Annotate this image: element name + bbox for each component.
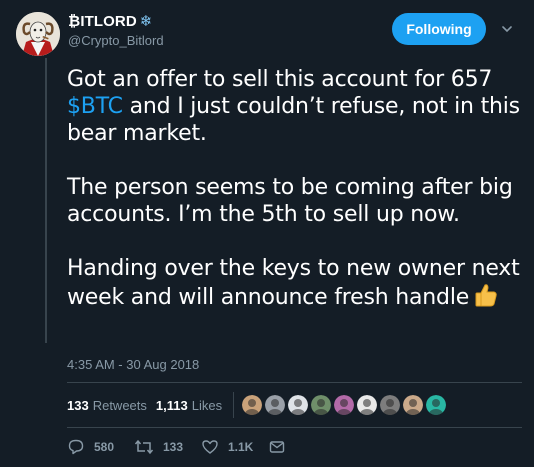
display-name-row[interactable]: ₿ITLORD ❄ (68, 13, 152, 30)
liker-avatar-5[interactable] (334, 395, 355, 415)
liker-avatar-4[interactable] (311, 395, 332, 415)
tweet-paragraph-1: Got an offer to sell this account for 65… (67, 66, 522, 147)
cashtag-link[interactable]: $BTC (67, 94, 123, 119)
liker-avatars (242, 395, 447, 415)
liker-avatar-8[interactable] (403, 395, 424, 415)
divider (233, 392, 235, 418)
liker-avatar-6[interactable] (357, 395, 378, 415)
liker-avatar-7[interactable] (380, 395, 401, 415)
envelope-icon (269, 441, 285, 453)
like-count: 1.1K (228, 440, 254, 454)
thumbs-up-icon (473, 282, 499, 315)
divider (67, 427, 522, 428)
snowflake-icon: ❄ (139, 13, 153, 30)
tweet-paragraph-2: The person seems to be coming after big … (67, 175, 513, 227)
retweets-label: Retweets (92, 397, 147, 413)
likes-stat[interactable]: 1,113 Likes (156, 398, 222, 413)
reply-button[interactable]: 580 (67, 438, 134, 456)
retweets-stat[interactable]: 133 Retweets (67, 398, 147, 413)
tweet-text-segment: Handing over the keys to new owner next … (67, 256, 520, 310)
liker-avatar-3[interactable] (288, 395, 309, 415)
tweet-text-segment: and I just couldn’t refuse, not in this … (67, 94, 520, 146)
thread-line (45, 58, 47, 343)
retweet-count: 133 (163, 440, 184, 454)
heart-icon (202, 440, 218, 454)
profile-avatar[interactable] (16, 12, 60, 56)
reply-count: 580 (94, 440, 115, 454)
user-handle[interactable]: @Crypto_Bitlord (68, 33, 164, 48)
tweet-actions: 580 133 1.1K (67, 438, 335, 456)
following-button[interactable]: Following (392, 13, 486, 45)
reply-icon (68, 439, 84, 455)
liker-avatar-1[interactable] (242, 395, 263, 415)
tweet-text: Got an offer to sell this account for 65… (67, 66, 522, 315)
ram-mascot-icon (16, 12, 60, 56)
like-button[interactable]: 1.1K (201, 438, 268, 456)
retweet-icon (134, 439, 154, 455)
retweet-button[interactable]: 133 (134, 438, 201, 456)
tweet-timestamp[interactable]: 4:35 AM - 30 Aug 2018 (67, 357, 199, 372)
tweet-paragraph-3: Handing over the keys to new owner next … (67, 255, 522, 315)
engagement-stats: 133 Retweets 1,113 Likes (67, 390, 447, 420)
tweet-text-segment: Got an offer to sell this account for 65… (67, 67, 493, 92)
direct-message-button[interactable] (268, 438, 335, 456)
likes-count: 1,113 (155, 397, 188, 413)
likes-label: Likes (191, 397, 223, 413)
liker-avatar-2[interactable] (265, 395, 286, 415)
chevron-down-icon[interactable] (500, 22, 514, 36)
liker-avatar-9[interactable] (426, 395, 447, 415)
divider (67, 382, 522, 383)
retweets-count: 133 (67, 397, 89, 413)
display-name[interactable]: ₿ITLORD (68, 13, 137, 30)
